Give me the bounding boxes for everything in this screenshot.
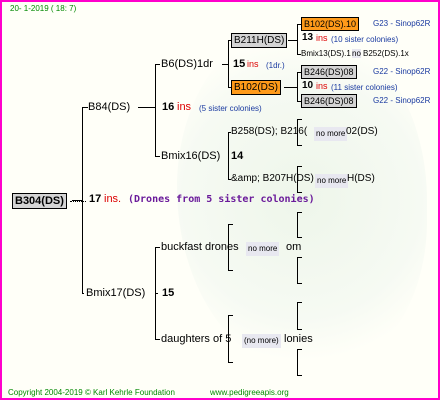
root-ins-number: 17 <box>89 193 102 205</box>
b258-badge: no more <box>314 127 348 141</box>
dam-sire-label[interactable]: Bmix16(DS) <box>161 150 220 162</box>
sire-ins-number: 15 <box>162 287 175 299</box>
g4-r2-ins: ins <box>316 33 328 43</box>
g4-r3-badge: no <box>352 49 361 58</box>
footer-url-link[interactable]: www.pedigreeapis.org <box>210 388 289 397</box>
connector-b211-vertical <box>297 24 298 54</box>
sire-label[interactable]: Bmix17(DS) <box>86 287 145 299</box>
b207-tail: H(DS) <box>347 173 375 184</box>
g4-r1-label[interactable]: B102(DS).10 <box>301 17 360 31</box>
footer-copyright: Copyright 2004-2019 © Karl Kehrle Founda… <box>8 388 175 397</box>
dam-dam-label[interactable]: B6(DS)1dr <box>161 58 213 70</box>
dam-sire-ins-number: 14 <box>231 150 244 162</box>
g4-r4-note: G22 - Sinop62R <box>373 67 431 76</box>
sire-sire-label[interactable]: daughters of 5 <box>161 333 231 345</box>
dam-ins-number: 16 <box>162 101 175 113</box>
b207-label[interactable]: &amp; B207H(DS) <box>231 173 314 184</box>
g4-r5-note: (11 sister colonies) <box>331 83 398 92</box>
g4-r2-number: 13 <box>302 32 314 43</box>
root-ins-label: ins. <box>104 193 122 205</box>
g4-r3-tail: B252(DS).1x <box>363 49 409 58</box>
connector-sire-stub <box>155 293 158 294</box>
g4-r6-label[interactable]: B246(DS)08 <box>301 94 357 108</box>
root-queen-label[interactable]: B304(DS) <box>12 193 67 209</box>
connector-dam-sire <box>155 156 160 157</box>
g4-r5-number: 10 <box>302 80 314 91</box>
pedigree-frame: 20- 1-2019 ( 18: 7) B304(DS) 17 ins. (Dr… <box>0 0 440 400</box>
g4-r6-note: G22 - Sinop62R <box>373 96 431 105</box>
g4-r3-label[interactable]: Bmix13(DS).1 <box>301 49 351 58</box>
dam-note: (5 sister colonies) <box>199 104 262 113</box>
dam-dam-ins-number: 15 <box>233 58 246 70</box>
connector-sire-sire <box>155 339 160 340</box>
dam-ins-label: ins <box>177 101 192 113</box>
connector-b6-stub <box>222 64 229 65</box>
dam-dam-ins-label: ins <box>247 59 259 69</box>
g4-r1-note: G23 - Sinop62R <box>373 19 431 28</box>
b258-tail: 02(DS) <box>346 126 378 137</box>
b207-badge: no more <box>315 174 349 188</box>
connector-dam-stub <box>138 107 156 108</box>
dam-queen-label[interactable]: B84(DS) <box>88 101 130 113</box>
dam-dam-note: (1dr.) <box>266 61 285 70</box>
header-date: 20- 1-2019 ( 18: 7) <box>10 4 77 13</box>
sire-dam-badge: no more <box>246 242 280 256</box>
b102-label[interactable]: B102(DS) <box>231 80 281 95</box>
connector-bmix16-vertical <box>228 132 229 179</box>
connector-sire-dam <box>155 247 160 248</box>
root-note: (Drones from 5 sister colonies) <box>128 194 315 205</box>
g4-r4-label[interactable]: B246(DS)08 <box>301 65 357 79</box>
connector-dam-dam <box>155 64 160 65</box>
sire-dam-tail: om <box>286 241 302 253</box>
sire-dam-label[interactable]: buckfast drones <box>161 241 239 253</box>
b211-label[interactable]: B211H(DS) <box>231 33 288 48</box>
connector-dam-vertical <box>155 64 156 156</box>
g4-r5-ins: ins <box>316 81 328 91</box>
g4-r2-note: (10 sister colonies) <box>331 35 399 44</box>
sire-sire-tail: lonies <box>284 333 313 345</box>
connector-sire <box>82 293 84 294</box>
sire-sire-badge: (no more) <box>242 334 281 348</box>
b258-label[interactable]: B258(DS); B216( <box>231 126 307 137</box>
